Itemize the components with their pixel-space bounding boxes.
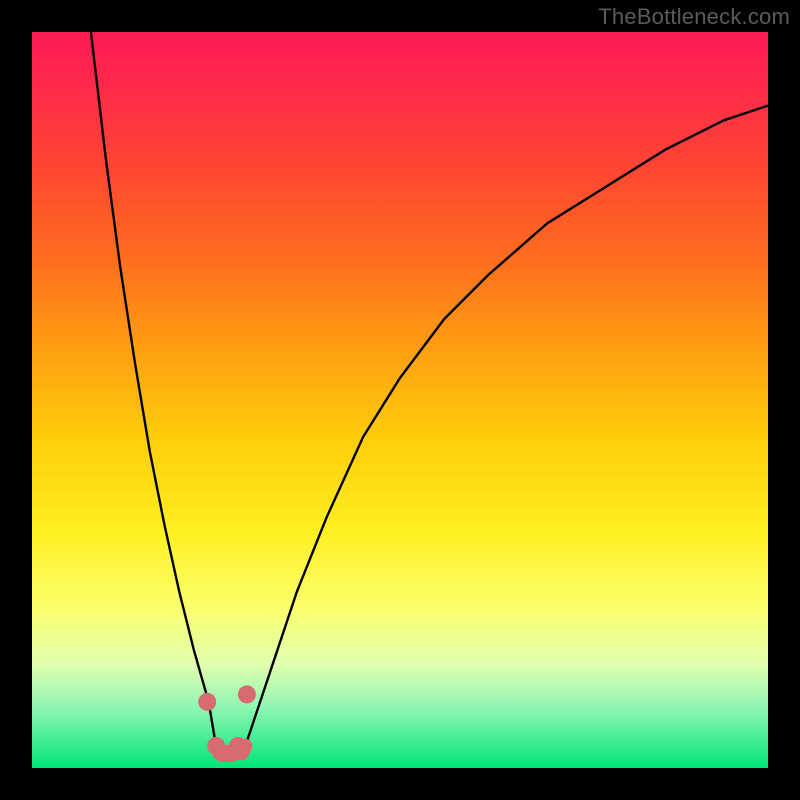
marker-dot [198, 693, 216, 711]
chart-svg [32, 32, 768, 768]
curve-right [245, 106, 768, 746]
marker-dot [229, 737, 247, 755]
outer-frame: TheBottleneck.com [0, 0, 800, 800]
marker-dot [238, 685, 256, 703]
plot-area [32, 32, 768, 768]
credit-text: TheBottleneck.com [598, 4, 790, 30]
curve-left [91, 32, 216, 746]
